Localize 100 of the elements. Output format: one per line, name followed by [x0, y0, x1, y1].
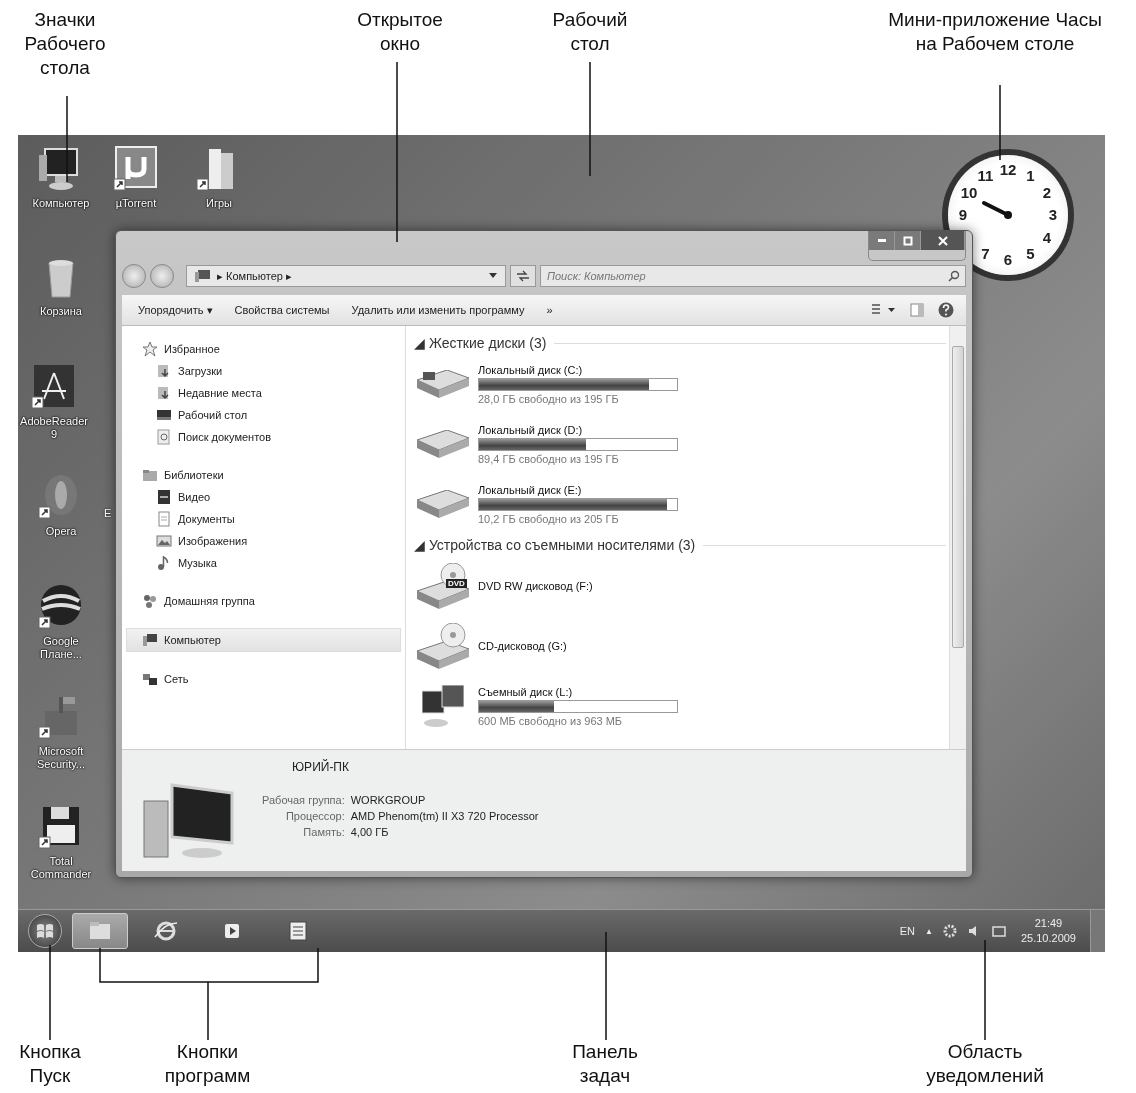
computer-icon [195, 269, 211, 283]
sidebar-item[interactable]: Домашняя группа [122, 590, 405, 612]
network-icon[interactable] [990, 924, 1007, 938]
more-button[interactable]: » [542, 302, 557, 318]
forward-button[interactable] [150, 264, 174, 288]
icon-label[interactable]: Microsoft Security... [36, 745, 86, 771]
callout-label: Панель задач [571, 1040, 639, 1088]
drive-name: CD-дисковод (G:) [478, 640, 567, 652]
back-button[interactable] [122, 264, 146, 288]
taskbar-clock[interactable]: 21:49 25.10.2009 [1016, 916, 1080, 946]
computer-name: ЮРИЙ-ПК [292, 760, 350, 774]
icon-label[interactable]: Игры [206, 197, 232, 210]
gear-icon[interactable] [942, 924, 957, 938]
sidebar-item[interactable]: Сеть [122, 668, 405, 690]
scrollbar[interactable] [949, 326, 966, 749]
address-bar[interactable]: ▸ Компьютер ▸ [186, 265, 506, 287]
icon-label[interactable]: µTorrent [115, 197, 157, 210]
toolbar-button[interactable]: Упорядочить ▾ [134, 301, 217, 319]
property-label: Память: [302, 826, 345, 838]
callout-label: Кнопка Пуск [18, 1040, 82, 1088]
search-icon[interactable] [948, 270, 960, 282]
property-label: Рабочая группа: [262, 794, 345, 806]
search-field[interactable]: Поиск: Компьютер [540, 265, 966, 287]
icon-label[interactable]: Компьютер [32, 197, 90, 210]
drive-item[interactable]: Локальный диск (C:) 28,0 ГБ свободно из 195 ГБ [414, 354, 714, 414]
folder-icon [142, 467, 158, 483]
hard-drive-icon [417, 430, 469, 458]
icon-label[interactable]: Opera [45, 525, 77, 538]
callout-label: Область уведомлений [925, 1040, 1045, 1088]
property-value: AMD Phenom(tm) II X3 720 Processor [350, 810, 539, 822]
clock-numeral: 2 [1041, 183, 1053, 202]
property-value: 4,00 ГБ [350, 826, 390, 838]
sidebar-item[interactable]: Библиотеки [122, 464, 405, 486]
star-icon [142, 341, 158, 357]
clock-numeral: 1 [1025, 167, 1036, 185]
maximize-icon [902, 235, 913, 246]
refresh-icon [516, 270, 530, 282]
drive-item[interactable]: CD-дисковод (G:) [414, 616, 714, 676]
hard-drive-icon [417, 490, 469, 518]
icon-label[interactable]: E [104, 507, 112, 519]
icon-label[interactable]: AdobeReader 9 [20, 415, 88, 441]
desktop-icon [156, 407, 172, 423]
computer-icon [142, 632, 158, 648]
free-space-text: 89,4 ГБ свободно из 195 ГБ [478, 452, 620, 465]
breadcrumb[interactable]: ▸ Компьютер ▸ [217, 269, 293, 283]
icon-label[interactable]: Total Commander [30, 855, 92, 881]
dvd-label: DVD [446, 579, 467, 588]
drive-name: DVD RW дисковод (F:) [478, 580, 593, 592]
help-icon[interactable] [938, 302, 954, 318]
refresh-button[interactable] [510, 265, 536, 287]
property-value: WORKGROUP [350, 794, 427, 806]
film-icon [156, 489, 172, 505]
show-hidden-icons-button[interactable]: ▲ [925, 926, 933, 936]
minimize-icon [877, 239, 886, 242]
callout-label: Рабочий стол [551, 8, 629, 56]
drive-name: Локальный диск (C:) [478, 363, 584, 376]
picture-icon [156, 533, 172, 549]
maximize-button[interactable] [895, 231, 921, 250]
download-folder-icon [156, 363, 172, 379]
group-header[interactable]: ◢ Устройства со съемными носителями (3) [414, 537, 696, 553]
drive-item[interactable]: DVD DVD RW дисковод (F:) [414, 556, 714, 616]
dropdown-caret-icon[interactable] [489, 273, 497, 279]
property-label: Процессор: [284, 810, 345, 822]
sidebar-item[interactable]: Рабочий стол [122, 404, 405, 426]
toolbar-button[interactable]: Свойства системы [230, 302, 334, 318]
group-header[interactable]: ◢ Жесткие диски (3) [414, 335, 547, 351]
icon-label[interactable]: Google Плане... [40, 635, 82, 661]
minimize-button[interactable] [869, 231, 895, 250]
drive-item[interactable]: Съемный диск (L:) 600 МБ свободно из 963 МБ [414, 676, 714, 736]
sidebar-item[interactable]: Загрузки [122, 360, 405, 382]
sidebar-item[interactable]: Видео [122, 486, 405, 508]
sidebar-item[interactable]: Недавние места [122, 382, 405, 404]
sidebar-item[interactable]: Музыка [122, 552, 405, 574]
callout-label: Значки Рабочего стола [23, 8, 107, 80]
drive-name: Локальный диск (E:) [478, 483, 583, 496]
icon-label[interactable]: Корзина [40, 305, 82, 318]
drive-item[interactable]: Локальный диск (D:) 89,4 ГБ свободно из 195 ГБ [414, 414, 714, 474]
search-icon [156, 429, 172, 445]
start-button[interactable] [28, 914, 62, 948]
hard-drive-icon [417, 370, 469, 398]
clock-numeral: 7 [980, 244, 991, 263]
app-icon[interactable] [112, 145, 160, 193]
toolbar-button[interactable]: Удалить или изменить программу [347, 302, 529, 318]
free-space-text: 28,0 ГБ свободно из 195 ГБ [478, 392, 620, 405]
sidebar-item[interactable]: Избранное [122, 338, 405, 360]
sidebar-item[interactable]: Документы [122, 508, 405, 530]
clock-hands-icon [981, 200, 1013, 220]
computers-icon [422, 685, 464, 727]
language-indicator[interactable]: EN [899, 925, 915, 937]
close-button[interactable] [921, 231, 965, 250]
view-options-icon[interactable] [872, 303, 896, 317]
callout-label: Открытое окно [356, 8, 444, 56]
document-icon [156, 511, 172, 527]
sidebar-item[interactable]: Поиск документов [122, 426, 405, 448]
optical-drive-icon [417, 623, 469, 669]
drive-item[interactable]: Локальный диск (E:) 10,2 ГБ свободно из 205 ГБ [414, 474, 714, 534]
sidebar-item[interactable]: Компьютер [126, 628, 401, 652]
drive-name: Съемный диск (L:) [478, 685, 574, 698]
folder-icon [156, 385, 172, 401]
sidebar-item[interactable]: Изображения [122, 530, 405, 552]
